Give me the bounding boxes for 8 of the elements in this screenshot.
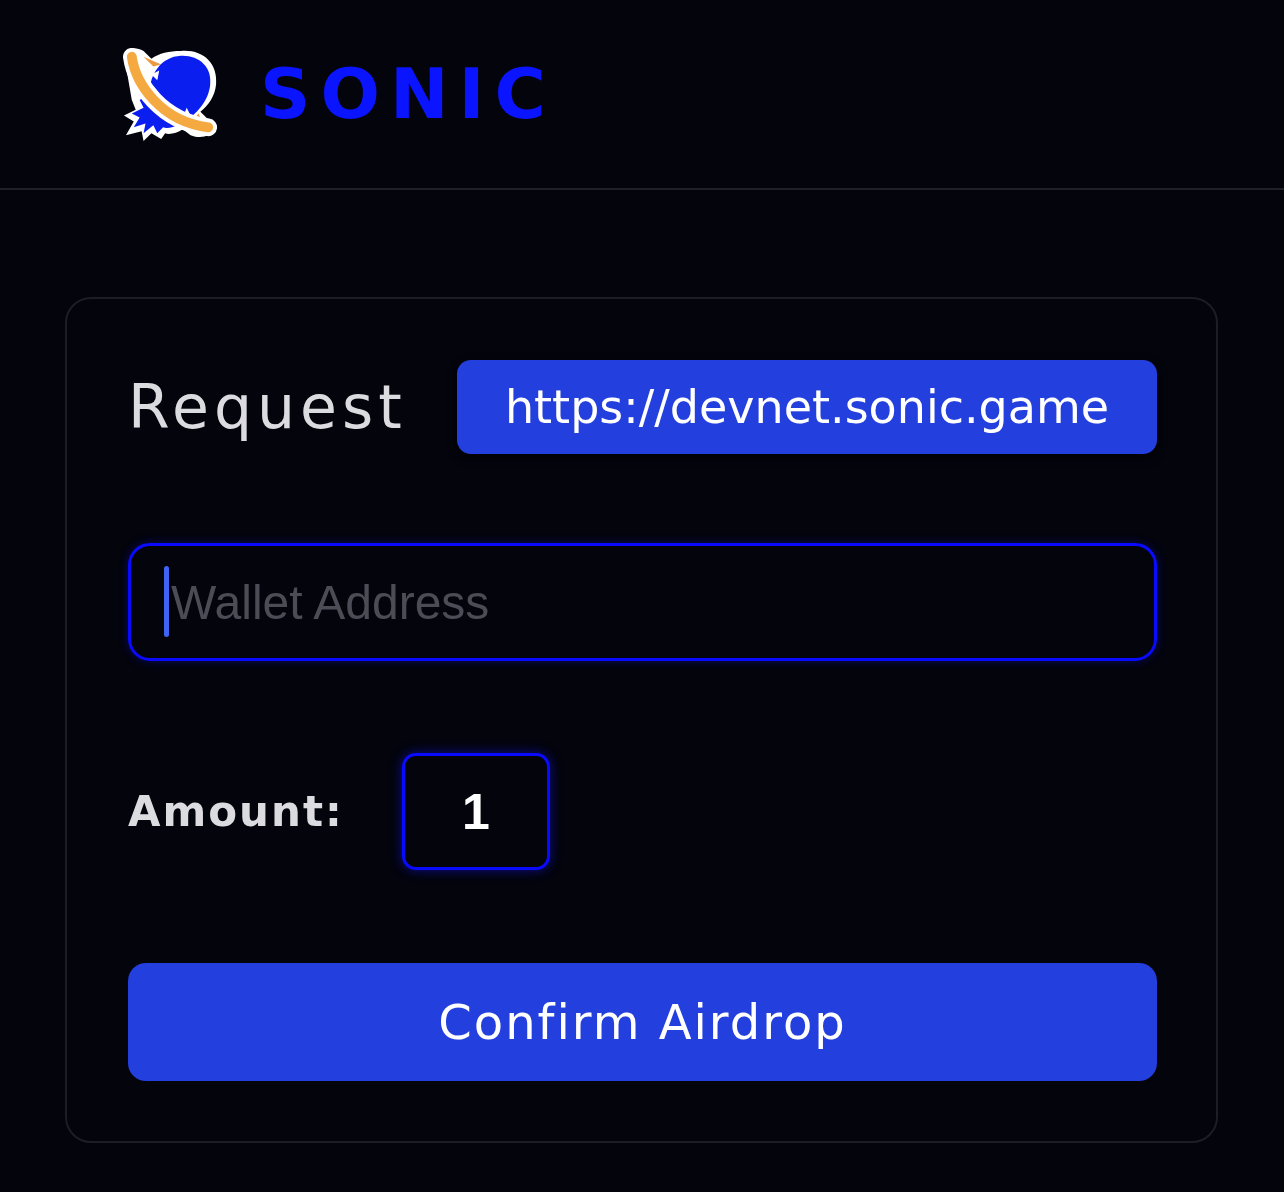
- confirm-airdrop-button[interactable]: Confirm Airdrop: [128, 963, 1157, 1081]
- card-title: Request: [128, 374, 407, 440]
- planet-logo-icon: [122, 45, 220, 143]
- amount-label: Amount:: [128, 787, 344, 836]
- wallet-address-field[interactable]: Wallet Address: [128, 543, 1157, 661]
- amount-field[interactable]: 1: [401, 753, 550, 870]
- logo-wordmark: SONIC: [260, 59, 556, 129]
- url-tooltip: https://devnet.sonic.game: [457, 360, 1157, 454]
